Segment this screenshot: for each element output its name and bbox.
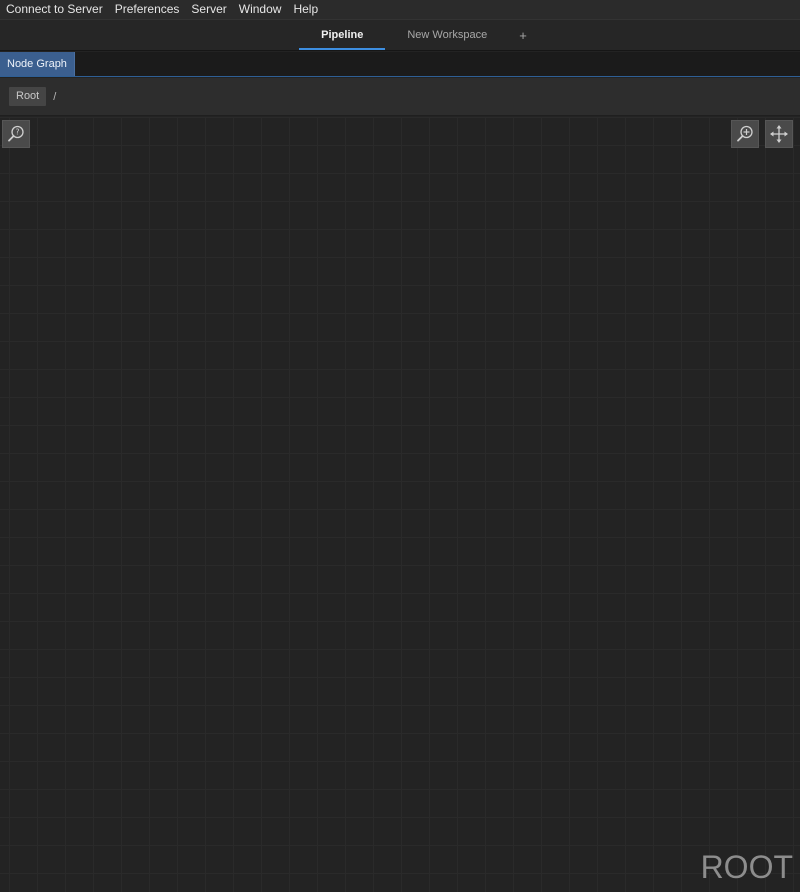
workspace-tab-bar: Pipeline New Workspace + bbox=[0, 19, 800, 51]
panel-tab-strip: Node Graph bbox=[0, 52, 800, 77]
menu-connect-to-server[interactable]: Connect to Server bbox=[0, 1, 109, 18]
workspace-tab-row: Pipeline New Workspace + bbox=[299, 20, 537, 50]
svg-text:?: ? bbox=[16, 128, 20, 137]
tab-node-graph[interactable]: Node Graph bbox=[0, 52, 75, 76]
menu-window[interactable]: Window bbox=[233, 1, 288, 18]
pan-button[interactable] bbox=[765, 120, 793, 148]
zoom-in-button[interactable] bbox=[731, 120, 759, 148]
help-search-button[interactable]: ? bbox=[2, 120, 30, 148]
breadcrumb: Root / bbox=[0, 78, 800, 116]
node-graph-canvas[interactable]: ? ROOT bbox=[0, 117, 800, 892]
move-arrows-icon bbox=[769, 124, 789, 144]
add-workspace-button[interactable]: + bbox=[509, 20, 537, 50]
root-level-watermark: ROOT bbox=[700, 849, 793, 885]
breadcrumb-root[interactable]: Root bbox=[9, 87, 47, 106]
menu-preferences[interactable]: Preferences bbox=[109, 1, 186, 18]
zoom-in-icon bbox=[735, 124, 755, 144]
tab-new-workspace[interactable]: New Workspace bbox=[385, 20, 509, 50]
menu-help[interactable]: Help bbox=[287, 1, 324, 18]
tab-pipeline[interactable]: Pipeline bbox=[299, 20, 386, 50]
menu-bar: Connect to Server Preferences Server Win… bbox=[0, 0, 800, 19]
menu-server[interactable]: Server bbox=[185, 1, 232, 18]
breadcrumb-separator: / bbox=[53, 90, 57, 103]
magnifier-question-icon: ? bbox=[6, 124, 26, 144]
